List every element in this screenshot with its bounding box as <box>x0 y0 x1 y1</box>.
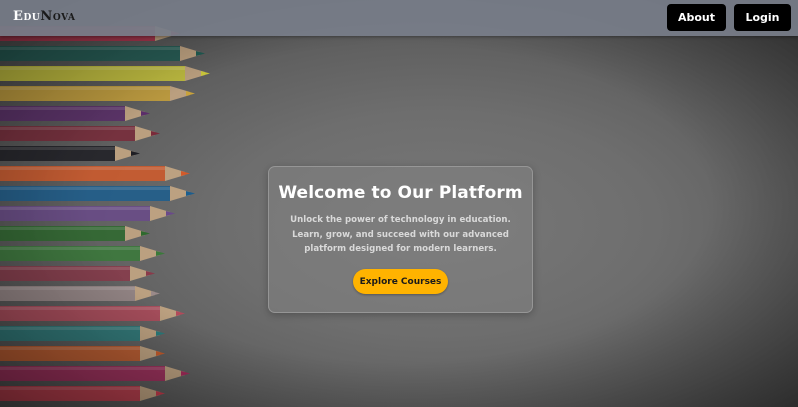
pencil <box>0 166 190 181</box>
pencil <box>0 66 210 81</box>
pencil <box>0 286 160 301</box>
pencil <box>0 86 195 101</box>
pencil <box>0 326 165 341</box>
pencil <box>0 206 175 221</box>
brand-logo-part2: Nova <box>40 9 76 24</box>
top-navbar: EduNova About Login <box>0 0 798 36</box>
brand-logo-part1: Edu <box>13 9 41 24</box>
pencil <box>0 266 155 281</box>
about-button[interactable]: About <box>667 4 726 31</box>
pencil <box>0 46 205 61</box>
hero-card: Welcome to Our Platform Unlock the power… <box>268 166 533 313</box>
pencil <box>0 226 150 241</box>
hero-description: Unlock the power of technology in educat… <box>290 215 511 254</box>
pencil <box>0 186 195 201</box>
brand-logo[interactable]: EduNova <box>13 9 76 24</box>
pencil <box>0 106 150 121</box>
explore-courses-button[interactable]: Explore Courses <box>353 269 448 294</box>
pencil <box>0 146 140 161</box>
hero-title: Welcome to Our Platform <box>278 183 523 203</box>
login-button[interactable]: Login <box>734 4 791 31</box>
pencil <box>0 246 165 261</box>
pencil <box>0 386 165 401</box>
page: EduNova About Login Welcome to Our Platf… <box>0 0 798 407</box>
pencil <box>0 306 185 321</box>
colored-pencils-image <box>0 26 210 401</box>
pencil <box>0 126 160 141</box>
pencil <box>0 346 165 361</box>
pencil <box>0 366 190 381</box>
